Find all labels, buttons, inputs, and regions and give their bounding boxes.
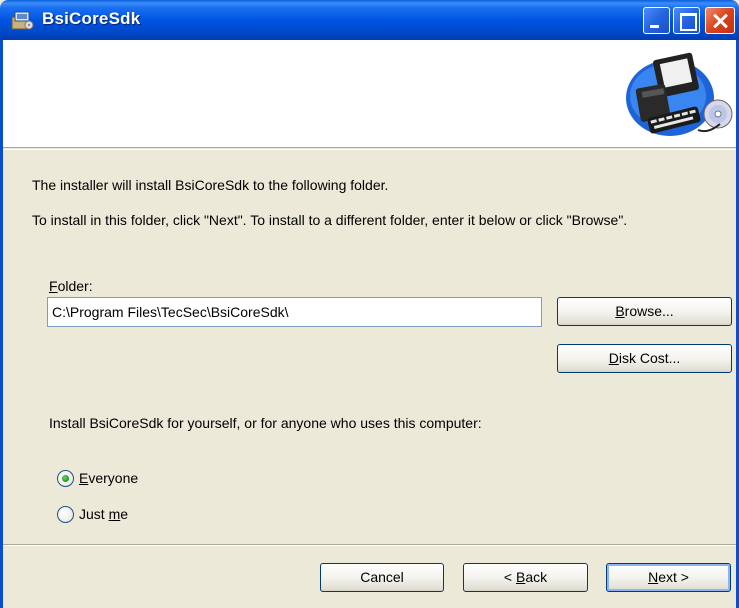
- computer-with-cd-icon: [626, 52, 733, 136]
- disk-cost-button[interactable]: Disk Cost...: [557, 344, 732, 373]
- banner: [3, 40, 736, 148]
- folder-path-input[interactable]: [47, 297, 542, 327]
- banner-separator: [3, 149, 736, 150]
- folder-label: Folder:: [49, 278, 93, 294]
- installer-window: BsiCoreSdk The installer will install Bs…: [0, 0, 739, 608]
- next-button[interactable]: Next >: [606, 563, 731, 592]
- install-for-prompt: Install BsiCoreSdk for yourself, or for …: [49, 415, 482, 431]
- cancel-button[interactable]: Cancel: [320, 563, 444, 592]
- radio-button-everyone[interactable]: [57, 469, 74, 487]
- minimize-button[interactable]: [643, 7, 670, 34]
- window-title: BsiCoreSdk: [42, 9, 141, 28]
- radio-option-just-me[interactable]: Just me: [57, 504, 128, 524]
- close-button[interactable]: [705, 7, 735, 34]
- browse-button[interactable]: Browse...: [557, 297, 732, 326]
- title-bar[interactable]: BsiCoreSdk: [0, 0, 739, 40]
- installer-package-icon: [11, 11, 34, 30]
- back-button[interactable]: < Back: [463, 563, 588, 592]
- radio-button-just-me[interactable]: [57, 505, 74, 523]
- radio-label-everyone[interactable]: Everyone: [79, 470, 138, 486]
- maximize-button[interactable]: [673, 7, 700, 34]
- radio-label-just-me[interactable]: Just me: [79, 506, 128, 522]
- footer-separator-highlight: [3, 545, 736, 546]
- instruction-line-1: The installer will install BsiCoreSdk to…: [32, 177, 389, 193]
- instruction-line-2: To install in this folder, click "Next".…: [32, 212, 628, 228]
- radio-option-everyone[interactable]: Everyone: [57, 468, 138, 488]
